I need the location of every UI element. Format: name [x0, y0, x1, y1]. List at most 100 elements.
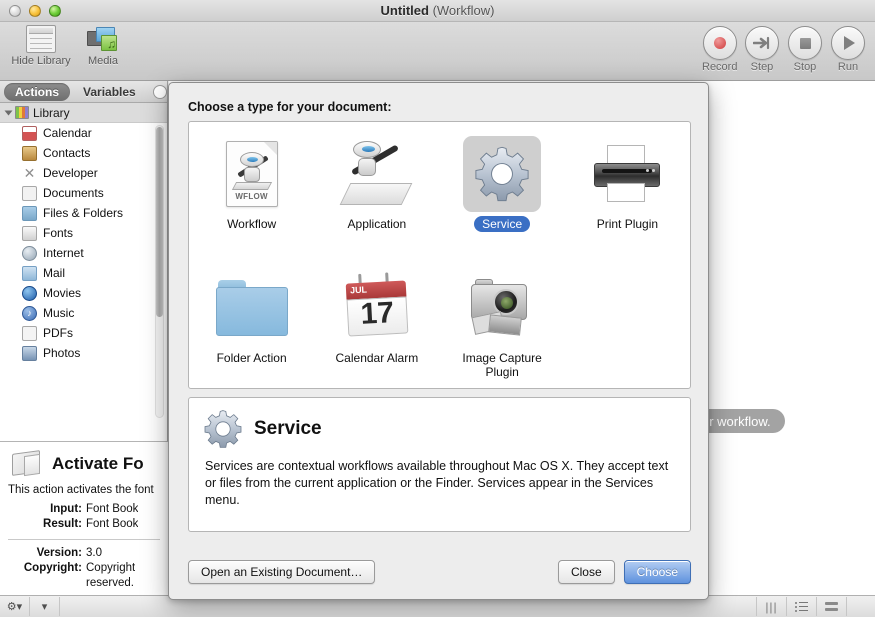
automator-window: Untitled (Workflow) Hide Library ♫ Media…	[0, 0, 875, 617]
service-gear-icon	[203, 409, 243, 449]
field-key: Copyright:	[23, 562, 82, 574]
field-key: Result:	[43, 518, 82, 530]
document-type-detail-panel: Service Services are contextual workflow…	[188, 397, 691, 532]
action-info-row: Result: Font Book	[0, 517, 168, 532]
document-type-grid: WFLOW Workflow Application Service Print…	[188, 121, 691, 389]
field-key	[0, 576, 86, 591]
sidebar-item-label: Contacts	[43, 146, 91, 160]
doc-type-image-capture-plugin[interactable]: Image Capture Plugin	[440, 256, 565, 390]
field-value: reserved.	[86, 577, 134, 589]
sidebar-item-label: Internet	[43, 246, 84, 260]
files-and-folders-icon	[22, 205, 37, 221]
sidebar-item-developer[interactable]: ✕ Developer	[0, 163, 167, 183]
documents-icon	[22, 185, 37, 201]
sidebar-item-mail[interactable]: Mail	[0, 263, 167, 283]
action-info-panel: Activate Fo This action activates the fo…	[0, 441, 168, 617]
calendar-alarm-icon: JUL 17	[338, 270, 416, 346]
workflow-badge: WFLOW	[235, 192, 268, 201]
sidebar-item-internet[interactable]: Internet	[0, 243, 167, 263]
gear-menu-icon[interactable]: ⚙▾	[0, 597, 30, 616]
image-capture-plugin-icon	[463, 270, 541, 346]
dialog-button-row: Open an Existing Document… Close Choose	[169, 560, 710, 584]
hide-library-label: Hide Library	[11, 55, 71, 67]
action-info-row: Copyright: Copyright	[0, 561, 168, 576]
disclosure-triangle-icon[interactable]	[4, 110, 13, 115]
sidebar-item-label: Music	[43, 306, 75, 320]
run-button[interactable]: Run	[831, 26, 865, 73]
doc-type-calendar-alarm[interactable]: JUL 17 Calendar Alarm	[314, 256, 439, 390]
list-view-icon[interactable]	[787, 597, 817, 616]
action-info-row: Version: 3.0	[0, 546, 168, 561]
sidebar-item-calendar[interactable]: Calendar	[0, 123, 167, 143]
record-button[interactable]: Record	[702, 26, 737, 73]
field-value: Copyright	[86, 562, 136, 574]
photos-icon	[22, 345, 37, 361]
sidebar-item-fonts[interactable]: Fonts	[0, 223, 167, 243]
close-button[interactable]: Close	[557, 560, 615, 584]
toolbar: Hide Library ♫ Media Record Step Stop Ru…	[0, 22, 875, 81]
sidebar-item-music[interactable]: ♪ Music	[0, 303, 167, 323]
sidebar-tabstrip: Actions Variables	[0, 81, 167, 103]
step-button[interactable]: Step	[745, 26, 779, 73]
calendar-icon	[22, 125, 37, 141]
field-value: Font Book	[86, 518, 139, 530]
scrollbar-thumb[interactable]	[156, 127, 163, 317]
doc-type-label: Application	[347, 217, 407, 231]
tab-actions[interactable]: Actions	[4, 82, 71, 101]
detail-header: Service	[189, 398, 690, 449]
doc-type-print-plugin[interactable]: Print Plugin	[565, 122, 690, 256]
doc-type-label: Print Plugin	[596, 217, 659, 231]
window-title-text: Untitled	[380, 3, 429, 18]
view-mode-group: |||	[756, 597, 847, 616]
sidebar-item-documents[interactable]: Documents	[0, 183, 167, 203]
run-triangle-icon	[831, 26, 865, 60]
sidebar-item-pdfs[interactable]: PDFs	[0, 323, 167, 343]
library-item-list: Calendar Contacts ✕ Developer Documents …	[0, 123, 167, 363]
library-window-icon	[26, 25, 56, 53]
open-existing-document-button[interactable]: Open an Existing Document…	[188, 560, 376, 584]
stop-button[interactable]: Stop	[788, 26, 822, 73]
column-view-icon[interactable]: |||	[757, 597, 787, 616]
action-menu-icon[interactable]: ▾	[30, 597, 60, 616]
sidebar-item-movies[interactable]: Movies	[0, 283, 167, 303]
document-type-grid-rows: WFLOW Workflow Application Service Print…	[189, 122, 690, 390]
library-root-row[interactable]: Library	[0, 103, 167, 123]
window-title: Untitled (Workflow)	[0, 3, 875, 18]
action-info-title: Activate Fo	[52, 454, 144, 473]
developer-icon: ✕	[23, 164, 36, 181]
doc-type-workflow[interactable]: WFLOW Workflow	[189, 122, 314, 256]
record-dot-icon	[702, 26, 737, 60]
detail-title: Service	[254, 418, 322, 439]
doc-type-service[interactable]: Service	[440, 122, 565, 256]
doc-type-application[interactable]: Application	[314, 122, 439, 256]
internet-icon	[22, 245, 37, 261]
library-label: Library	[33, 105, 70, 120]
choose-button[interactable]: Choose	[623, 560, 691, 584]
detail-description: Services are contextual workflows availa…	[205, 459, 669, 507]
divider	[8, 539, 160, 540]
contacts-icon	[22, 145, 37, 161]
group-view-icon[interactable]	[817, 597, 847, 616]
field-key: Input:	[50, 503, 82, 515]
action-info-header: Activate Fo	[0, 442, 168, 480]
sidebar-scrollbar[interactable]	[155, 125, 164, 418]
library-icon	[15, 106, 29, 119]
tab-variables[interactable]: Variables	[72, 83, 147, 101]
sidebar-item-photos[interactable]: Photos	[0, 343, 167, 363]
movies-icon	[22, 285, 37, 301]
media-button[interactable]: ♫ Media	[70, 25, 136, 67]
record-label: Record	[702, 61, 738, 73]
sidebar-item-files-and-folders[interactable]: Files & Folders	[0, 203, 167, 223]
workflow-document-icon: WFLOW	[213, 136, 291, 212]
field-value: Font Book	[86, 503, 139, 515]
search-icon[interactable]	[152, 84, 167, 99]
sidebar-item-label: PDFs	[43, 326, 73, 340]
fonts-icon	[22, 225, 37, 241]
hide-library-button[interactable]: Hide Library	[8, 25, 74, 67]
doc-type-label: Folder Action	[216, 351, 287, 365]
print-plugin-printer-icon	[588, 136, 666, 212]
stop-square-icon	[788, 26, 822, 60]
doc-type-folder-action[interactable]: Folder Action	[189, 256, 314, 390]
media-icon: ♫	[87, 25, 119, 53]
sidebar-item-contacts[interactable]: Contacts	[0, 143, 167, 163]
